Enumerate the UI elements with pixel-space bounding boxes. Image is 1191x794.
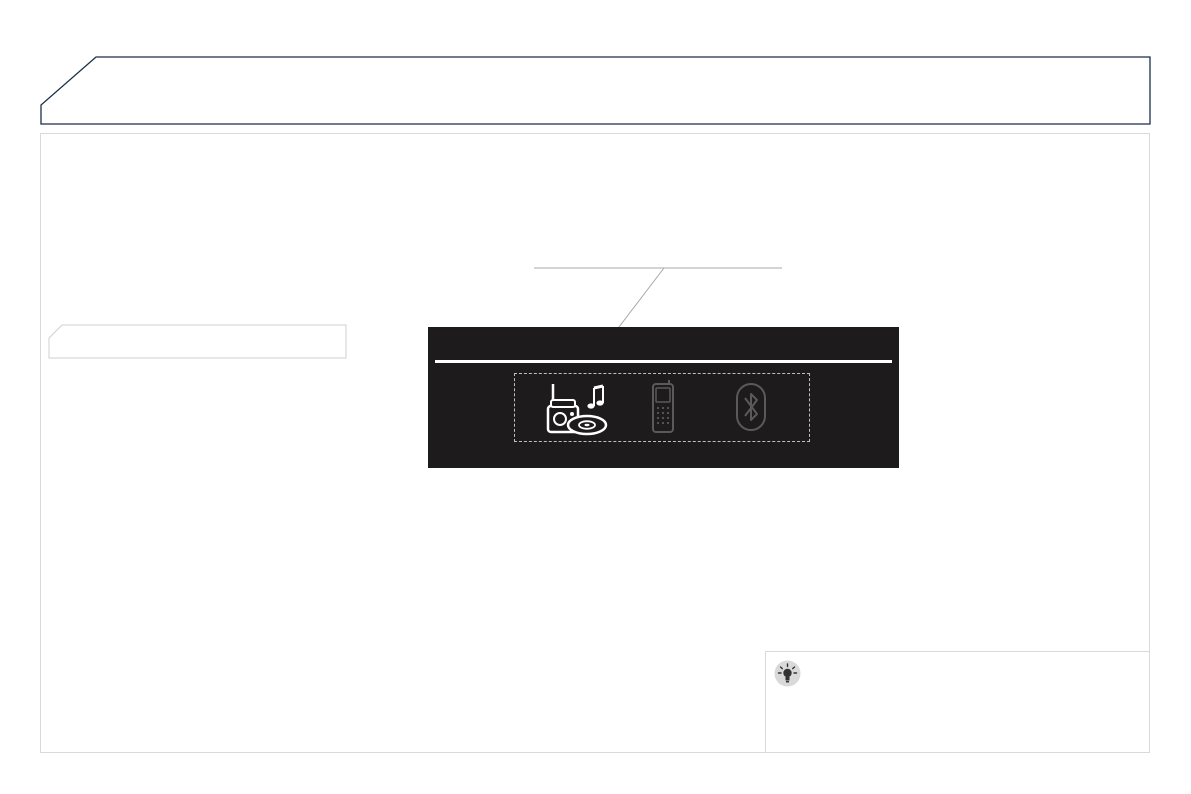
source-icon-row (514, 373, 810, 442)
header-tab (40, 56, 1151, 125)
screen-divider (435, 360, 892, 363)
bluetooth-icon (725, 374, 815, 441)
light-bulb-tip-icon (774, 660, 801, 687)
tip-box (765, 651, 1150, 753)
section-tab (48, 324, 347, 359)
mobile-phone-icon (639, 374, 729, 441)
radio-cd-music-icon (543, 374, 633, 441)
device-screen (428, 327, 899, 468)
